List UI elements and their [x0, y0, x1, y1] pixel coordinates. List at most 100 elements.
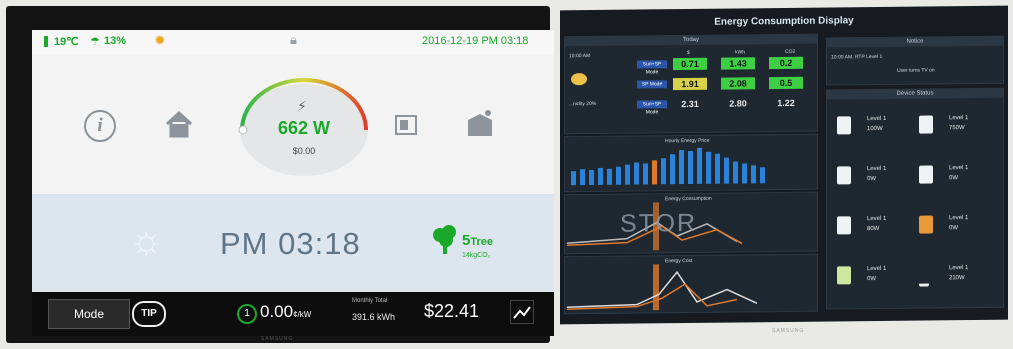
hourly-price-panel: Hourly Energy Price	[564, 133, 818, 193]
col-header-kwh: kWh	[735, 49, 745, 56]
device-level: Level 1	[949, 165, 969, 172]
price-bar	[697, 147, 702, 184]
device-level: Level 1	[867, 115, 887, 123]
price-bar	[571, 171, 576, 186]
lamp-icon	[919, 265, 929, 287]
device-watts: 0W	[949, 225, 958, 232]
today-cell: 0.2	[769, 56, 803, 70]
status-bar: 19℃ ☂ 13% ✹ 🔒︎ 2016-12-19 PM 03:18	[32, 30, 554, 54]
left-monitor: 19℃ ☂ 13% ✹ 🔒︎ 2016-12-19 PM 03:18 i ⚡︎ …	[6, 6, 554, 343]
device-watts: 80W	[867, 226, 880, 233]
device-card[interactable]: Level 1 0W	[837, 162, 917, 197]
dryer-icon	[919, 165, 933, 184]
col-header-cost: $	[687, 49, 690, 57]
appliance-icon[interactable]	[464, 108, 496, 143]
today-header: Today	[565, 34, 817, 47]
tree-count: 5Tree	[462, 232, 493, 249]
price-bar	[643, 163, 648, 185]
today-cell: 1.22	[777, 97, 795, 109]
price-bar	[616, 166, 621, 185]
price-bars	[571, 147, 765, 186]
rate-tier-icon: 1	[237, 304, 257, 324]
today-cell: 2.08	[721, 77, 755, 90]
tv-icon	[837, 116, 851, 135]
price-bar	[589, 169, 594, 186]
contact-icon[interactable]	[394, 114, 418, 141]
price-bar	[742, 163, 747, 184]
device-level: Level 1	[867, 265, 887, 273]
device-card[interactable]: Level 1 0W	[837, 262, 917, 297]
brand-logo-right: SAMSUNG	[772, 328, 805, 334]
fridge-icon	[919, 115, 933, 134]
device-watts: 100W	[867, 125, 883, 133]
price-bar	[634, 162, 639, 185]
notice-line-1: 10:00 AM, RTP Level 1	[831, 53, 883, 61]
humidity-icon: ☂	[90, 36, 100, 48]
device-watts: 0W	[949, 175, 958, 182]
cost-lines	[567, 264, 758, 311]
co2-saved: 14kgCO₂	[462, 252, 491, 259]
home-energy-screen: 19℃ ☂ 13% ✹ 🔒︎ 2016-12-19 PM 03:18 i ⚡︎ …	[32, 30, 554, 336]
sun-icon: ☼	[128, 218, 165, 262]
trend-chart-icon[interactable]	[510, 300, 534, 324]
temperature-value: 19℃	[54, 36, 79, 48]
right-monitor: Energy Consumption Display Today 10:00 A…	[560, 5, 1008, 325]
device-card[interactable]: Level 1 0W	[919, 211, 999, 246]
price-bar	[661, 158, 666, 185]
mode-row-1[interactable]: Sun+SP Mode	[637, 60, 667, 75]
today-cell: 1.91	[673, 77, 707, 91]
battery-icon	[837, 266, 851, 285]
display-title: Energy Consumption Display	[714, 15, 854, 28]
power-gauge: ⚡︎ 662 W $0.00	[234, 68, 374, 178]
device-card[interactable]: Level 1 0W	[919, 161, 999, 196]
price-bar	[607, 168, 612, 185]
rate-value: 0.00	[260, 302, 294, 321]
tree-unit: Tree	[470, 236, 493, 248]
info-icon[interactable]: i	[84, 110, 116, 142]
device-card[interactable]: Level 1 80W	[837, 212, 917, 247]
device-watts: 210W	[949, 275, 965, 282]
tip-button[interactable]: TIP	[132, 301, 166, 327]
device-level: Level 1	[949, 115, 969, 122]
cost-panel: Energy Cost	[564, 253, 818, 315]
device-card[interactable]: Level 1 210W	[919, 261, 999, 296]
overlay-text: STOR	[620, 208, 697, 238]
today-cell: 2.31	[681, 98, 699, 110]
price-bar	[733, 161, 738, 184]
today-panel: Today 10:00 AM ...nidity 20% $ kWh CO2 S…	[564, 33, 818, 135]
home-icon[interactable]	[164, 110, 194, 143]
today-cell: 0.5	[769, 76, 803, 90]
lock-icon[interactable]: 🔒︎	[290, 32, 297, 48]
today-time: 10:00 AM	[569, 53, 591, 60]
device-level: Level 1	[949, 265, 969, 272]
power-watts: 662 W	[277, 118, 331, 138]
weather-icon	[571, 73, 587, 86]
brand-logo: SAMSUNG	[261, 336, 294, 342]
device-card[interactable]: Level 1 100W	[837, 112, 917, 147]
price-bar	[625, 164, 630, 185]
price-bar	[688, 150, 693, 185]
device-watts: 750W	[949, 125, 965, 132]
device-card[interactable]: Level 1 750W	[919, 111, 999, 146]
fridge-small-icon	[837, 216, 851, 235]
mode-row-2[interactable]: SP Mode	[637, 80, 667, 89]
price-bar	[652, 160, 657, 185]
monthly-total-label: Monthly Total	[352, 298, 388, 304]
datetime: 2016-12-19 PM 03:18	[422, 35, 529, 47]
clock-panel: ☼ PM 03:18 5Tree 14kgCO₂	[32, 194, 554, 292]
today-cell: 2.80	[729, 98, 747, 109]
rate-unit: ¢/kW	[293, 310, 312, 319]
price-bar	[670, 154, 675, 185]
washer-icon	[837, 166, 851, 185]
humidity-value: 13%	[104, 35, 127, 47]
mode-row-3[interactable]: Sun+SP Mode	[637, 100, 667, 115]
thermometer-icon	[44, 36, 48, 47]
clock-time: PM 03:18	[220, 226, 361, 261]
oven-icon	[919, 215, 933, 234]
price-bar	[580, 169, 585, 186]
price-bar	[760, 167, 765, 184]
device-level: Level 1	[867, 165, 887, 173]
mode-button[interactable]: Mode	[48, 299, 130, 329]
bolt-icon: ⚡︎	[297, 98, 307, 114]
notice-line-2: User turns TV on	[897, 67, 935, 74]
